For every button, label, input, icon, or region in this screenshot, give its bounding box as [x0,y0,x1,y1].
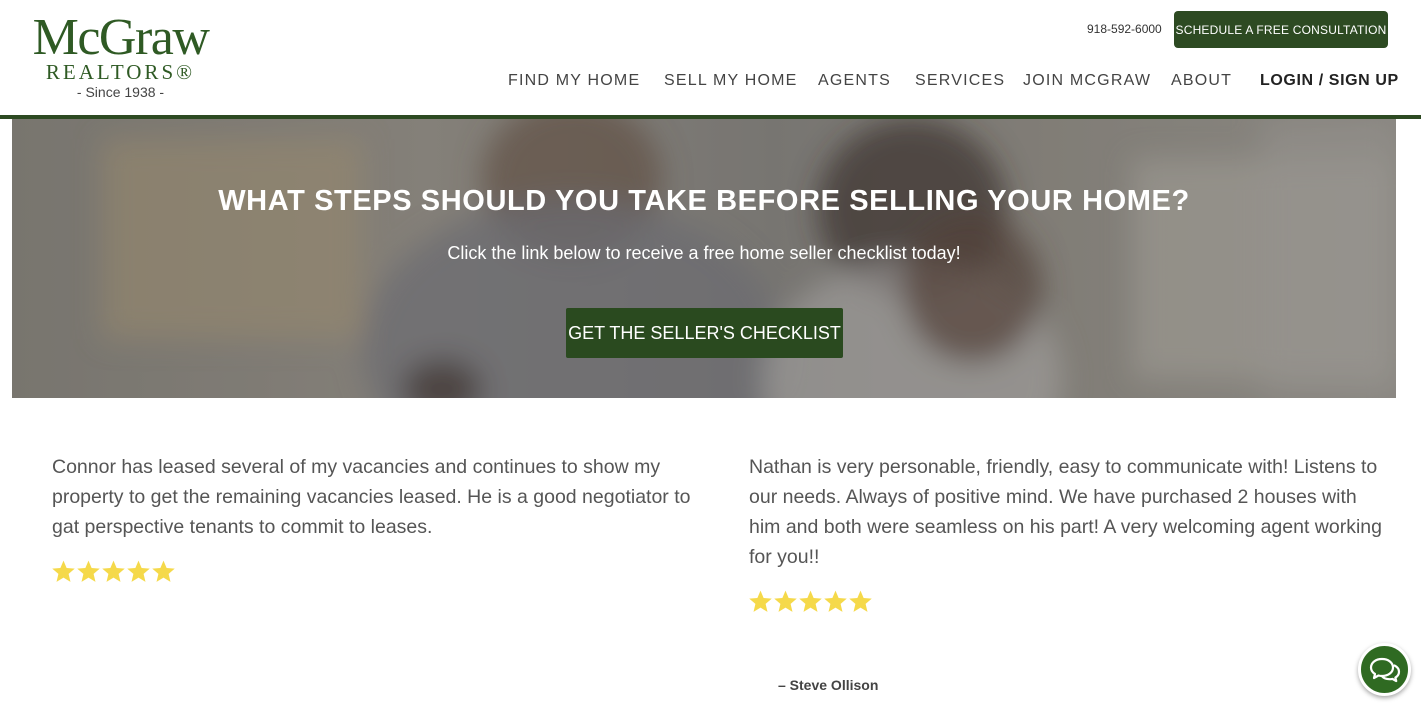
hero-banner: WHAT STEPS SHOULD YOU TAKE BEFORE SELLIN… [12,119,1396,398]
chat-bubbles-icon [1369,657,1400,682]
nav-services[interactable]: SERVICES [915,72,1005,90]
star-icon [102,560,125,582]
nav-login-signup[interactable]: LOGIN / SIGN UP [1260,72,1399,90]
phone-link[interactable]: 918-592-6000 [1087,22,1162,36]
star-icon [127,560,150,582]
schedule-consultation-button[interactable]: SCHEDULE A FREE CONSULTATION [1174,11,1388,48]
nav-find-my-home[interactable]: FIND MY HOME [508,72,640,90]
nav-agents[interactable]: AGENTS [818,72,891,90]
star-icon [52,560,75,582]
hero-subtitle: Click the link below to receive a free h… [447,243,961,263]
star-icon [799,590,822,612]
testimonial-text: Nathan is very personable, friendly, eas… [749,456,1382,568]
star-icon [849,590,872,612]
star-rating [51,559,176,584]
star-icon [749,590,772,612]
testimonial-text: Connor has leased several of my vacancie… [52,456,691,538]
chat-launcher-button[interactable] [1358,643,1411,696]
star-icon [824,590,847,612]
star-icon [77,560,100,582]
nav-about[interactable]: ABOUT [1171,72,1232,90]
star-icon [774,590,797,612]
site-header: McGraw REALTORS® - Since 1938 - 918-592-… [0,0,1421,119]
nav-sell-my-home[interactable]: SELL MY HOME [664,72,798,90]
testimonial-author: – Steve Ollison [778,677,879,693]
hero-title: WHAT STEPS SHOULD YOU TAKE BEFORE SELLIN… [218,185,1190,217]
star-icon [152,560,175,582]
get-checklist-button[interactable]: GET THE SELLER'S CHECKLIST [566,308,843,358]
logo-wordmark: McGraw [32,9,210,66]
nav-join-mcgraw[interactable]: JOIN MCGRAW [1023,72,1151,90]
star-rating [748,589,873,614]
main-nav: FIND MY HOME SELL MY HOME AGENTS SERVICE… [0,72,1421,92]
